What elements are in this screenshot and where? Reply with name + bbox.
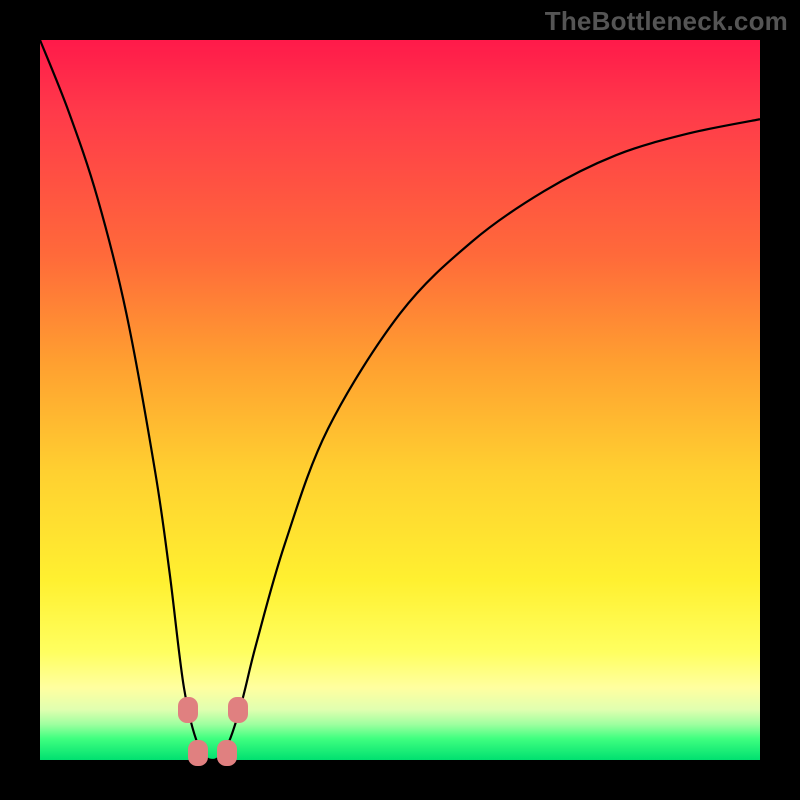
curve-marker — [188, 740, 208, 766]
curve-marker — [178, 697, 198, 723]
watermark-text: TheBottleneck.com — [545, 6, 788, 37]
bottleneck-curve — [40, 40, 760, 760]
chart-frame: TheBottleneck.com — [0, 0, 800, 800]
plot-area — [40, 40, 760, 760]
curve-marker — [217, 740, 237, 766]
curve-marker — [228, 697, 248, 723]
